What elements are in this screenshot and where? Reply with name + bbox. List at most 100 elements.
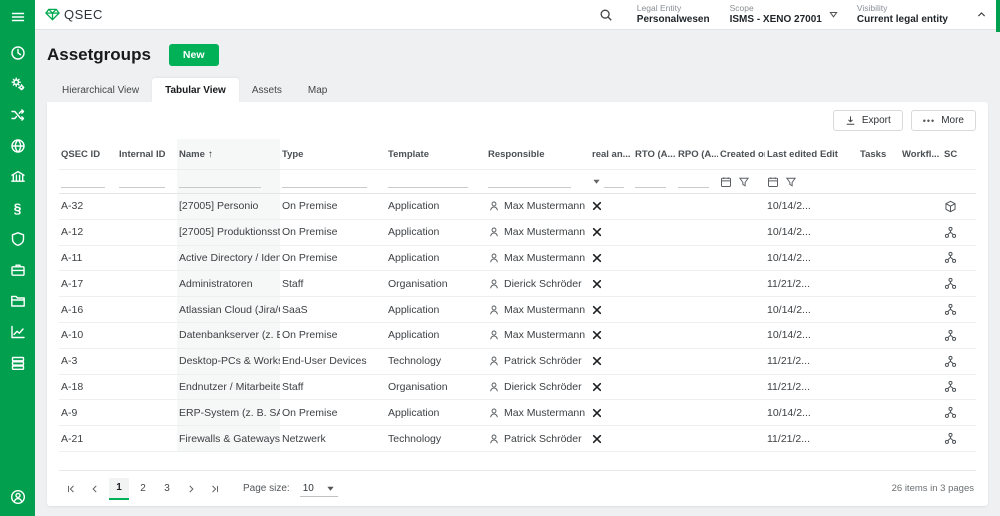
cell-workflow[interactable] <box>900 297 942 322</box>
briefcase-icon[interactable] <box>9 261 27 279</box>
cell-workflow[interactable] <box>900 349 942 374</box>
cell-sc[interactable] <box>942 426 976 451</box>
cell-edit[interactable] <box>818 194 858 219</box>
col-header-responsible[interactable]: Responsible <box>486 139 590 169</box>
visibility-selector[interactable]: Visibility Current legal entity <box>839 3 958 26</box>
col-header-rto[interactable]: RTO (A... <box>633 139 676 169</box>
filter-responsible[interactable] <box>486 170 590 193</box>
cell-workflow[interactable] <box>900 323 942 348</box>
cell-sc[interactable] <box>942 246 976 271</box>
cell-sc[interactable] <box>942 349 976 374</box>
col-header-type[interactable]: Type <box>280 139 386 169</box>
scope-selector[interactable]: Scope ISMS - XENO 27001 <box>720 3 839 26</box>
menu-icon[interactable] <box>9 8 27 26</box>
settings-icon[interactable] <box>9 75 27 93</box>
table-row[interactable]: A-12 [27005] Produktionssteu... On Premi… <box>59 220 976 246</box>
cell-workflow[interactable] <box>900 220 942 245</box>
cell-sc[interactable] <box>942 271 976 296</box>
cell-tasks[interactable] <box>858 400 900 425</box>
profile-icon[interactable] <box>9 488 27 506</box>
filter-funnel-icon[interactable] <box>738 176 750 188</box>
cell-sc[interactable] <box>942 323 976 348</box>
cell-tasks[interactable] <box>858 246 900 271</box>
table-row[interactable]: A-3 Desktop-PCs & Workstati... End-User … <box>59 349 976 375</box>
col-header-edit[interactable]: Edit <box>818 139 858 169</box>
table-row[interactable]: A-21 Firewalls & Gateways Netzwerk Techn… <box>59 426 976 452</box>
table-row[interactable]: A-11 Active Directory / Identity... On P… <box>59 246 976 272</box>
cell-edit[interactable] <box>818 220 858 245</box>
new-button[interactable]: New <box>169 44 219 66</box>
network-globe-icon[interactable] <box>9 137 27 155</box>
hierarchy-icon[interactable] <box>944 380 957 393</box>
cell-sc[interactable] <box>942 220 976 245</box>
cell-sc[interactable] <box>942 297 976 322</box>
page-number-2[interactable]: 2 <box>133 478 153 500</box>
hierarchy-icon[interactable] <box>944 226 957 239</box>
legal-entity-selector[interactable]: Legal Entity Personalwesen <box>627 3 720 26</box>
cell-workflow[interactable] <box>900 400 942 425</box>
cell-edit[interactable] <box>818 246 858 271</box>
col-header-internal-id[interactable]: Internal ID <box>117 139 177 169</box>
cell-tasks[interactable] <box>858 323 900 348</box>
first-page-button[interactable] <box>61 479 81 499</box>
previous-page-button[interactable] <box>85 479 105 499</box>
hierarchy-icon[interactable] <box>944 355 957 368</box>
cell-edit[interactable] <box>818 426 858 451</box>
col-header-created-on[interactable]: Created on <box>718 139 765 169</box>
table-row[interactable]: A-17 Administratoren Staff Organisation … <box>59 271 976 297</box>
more-button[interactable]: ••• More <box>911 110 976 131</box>
tab-assets[interactable]: Assets <box>239 78 295 102</box>
filter-real[interactable] <box>590 170 633 193</box>
cell-workflow[interactable] <box>900 271 942 296</box>
calendar-icon[interactable] <box>720 176 732 188</box>
cell-sc[interactable] <box>942 400 976 425</box>
col-header-workflow[interactable]: Workfl... <box>900 139 942 169</box>
filter-funnel-icon[interactable] <box>785 176 797 188</box>
table-row[interactable]: A-18 Endnutzer / Mitarbeitende Staff Org… <box>59 375 976 401</box>
table-row[interactable]: A-10 Datenbankserver (z. B. M... On Prem… <box>59 323 976 349</box>
cell-edit[interactable] <box>818 375 858 400</box>
filter-internal-id[interactable] <box>117 170 177 193</box>
tab-hierarchical-view[interactable]: Hierarchical View <box>49 78 152 102</box>
hierarchy-icon[interactable] <box>944 303 957 316</box>
cell-sc[interactable] <box>942 375 976 400</box>
col-header-last-edited[interactable]: Last edited <box>765 139 818 169</box>
cell-tasks[interactable] <box>858 375 900 400</box>
filter-rto[interactable] <box>633 170 676 193</box>
folder-icon[interactable] <box>9 292 27 310</box>
last-page-button[interactable] <box>205 479 225 499</box>
filter-last-edited[interactable] <box>765 170 818 193</box>
filter-template[interactable] <box>386 170 486 193</box>
col-header-real[interactable]: real an... <box>590 139 633 169</box>
export-button[interactable]: Export <box>833 110 903 131</box>
search-icon[interactable] <box>595 4 617 26</box>
col-header-tasks[interactable]: Tasks <box>858 139 900 169</box>
reports-icon[interactable] <box>9 323 27 341</box>
hierarchy-icon[interactable] <box>944 329 957 342</box>
collapse-header-icon[interactable] <box>972 6 990 24</box>
cell-edit[interactable] <box>818 271 858 296</box>
filter-type[interactable] <box>280 170 386 193</box>
page-number-1[interactable]: 1 <box>109 478 129 500</box>
cell-tasks[interactable] <box>858 194 900 219</box>
table-row[interactable]: A-32 [27005] Personio On Premise Applica… <box>59 194 976 220</box>
filter-rpo[interactable] <box>676 170 718 193</box>
cell-edit[interactable] <box>818 349 858 374</box>
cell-workflow[interactable] <box>900 246 942 271</box>
col-header-template[interactable]: Template <box>386 139 486 169</box>
col-header-sc[interactable]: SC <box>942 139 976 169</box>
page-number-3[interactable]: 3 <box>157 478 177 500</box>
filter-created-on[interactable] <box>718 170 765 193</box>
legal-icon[interactable]: § <box>9 199 27 217</box>
organization-icon[interactable] <box>9 168 27 186</box>
cell-tasks[interactable] <box>858 220 900 245</box>
cell-tasks[interactable] <box>858 271 900 296</box>
cell-tasks[interactable] <box>858 349 900 374</box>
cell-sc[interactable] <box>942 194 976 219</box>
tab-tabular-view[interactable]: Tabular View <box>152 78 239 102</box>
cell-workflow[interactable] <box>900 375 942 400</box>
shield-icon[interactable] <box>9 230 27 248</box>
cell-edit[interactable] <box>818 297 858 322</box>
shuffle-icon[interactable] <box>9 106 27 124</box>
hierarchy-icon[interactable] <box>944 406 957 419</box>
